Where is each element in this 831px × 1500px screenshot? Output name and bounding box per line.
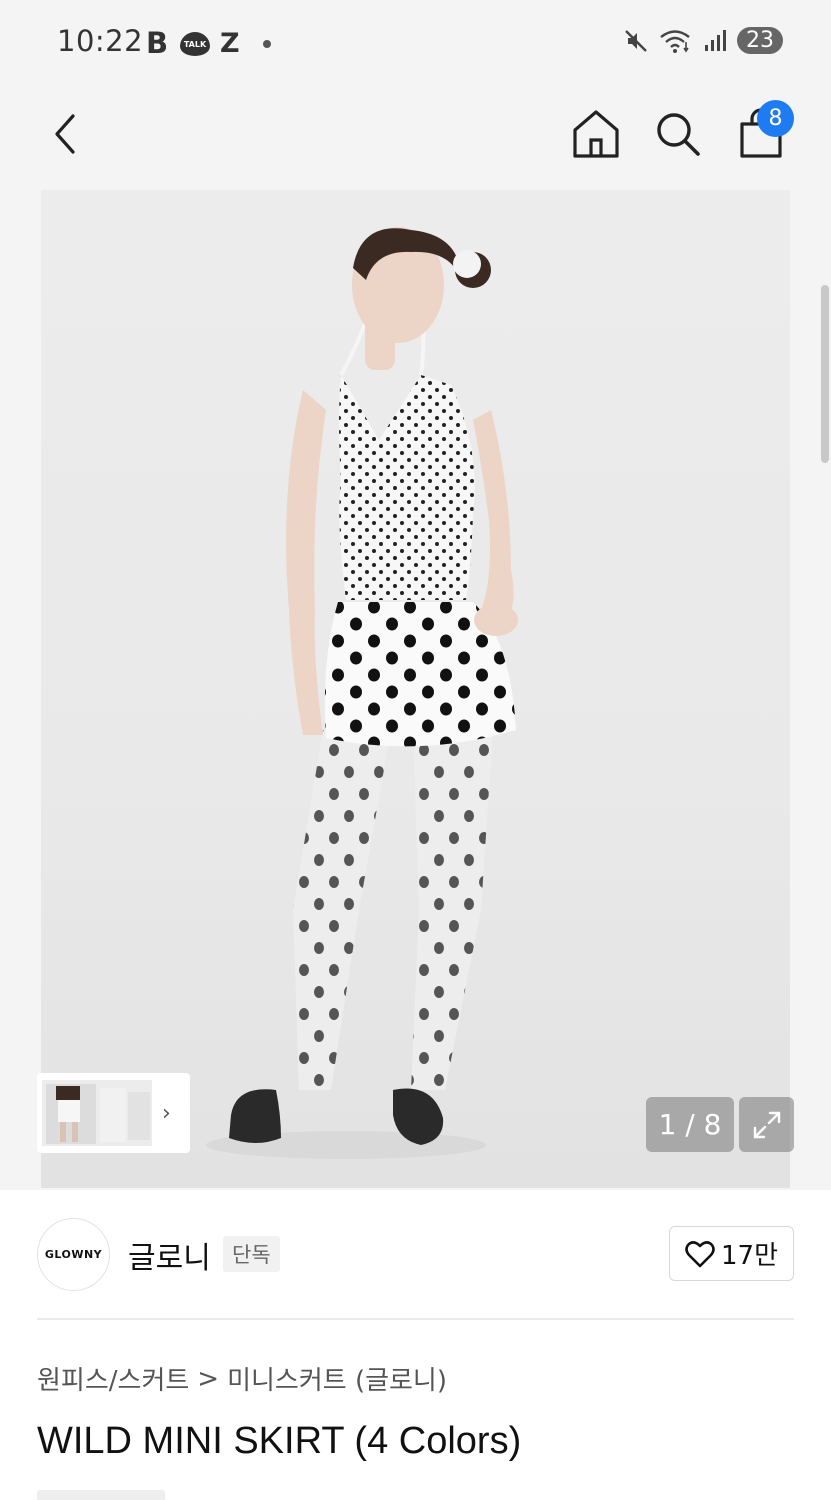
model-illustration (206, 227, 518, 1159)
status-right-group: 23 (623, 27, 783, 54)
signal-icon (705, 29, 726, 51)
status-bar: 10:22 B TALK Z 23 (0, 0, 831, 90)
back-button[interactable] (36, 104, 96, 164)
cart-count-badge: 8 (757, 100, 794, 137)
like-count: 17만 (720, 1241, 778, 1271)
kakaotalk-icon: TALK (180, 32, 210, 56)
chevron-right-icon[interactable]: › (162, 1101, 171, 1126)
product-gallery[interactable] (0, 190, 831, 1190)
mute-icon (625, 29, 647, 52)
status-time: 10:22 (57, 24, 144, 58)
product-title: WILD MINI SKIRT (4 Colors) (37, 1420, 522, 1462)
heart-icon (685, 1240, 715, 1267)
app-bar (0, 90, 831, 190)
expand-button[interactable] (739, 1097, 794, 1152)
brand-row: GLOWNY 글로니 단독 17만 (0, 1190, 831, 1320)
product-photo[interactable] (41, 190, 790, 1188)
home-button[interactable] (566, 104, 626, 164)
breadcrumb-subcategory[interactable]: 미니스커트 (글로니) (227, 1360, 447, 1397)
image-counter: 1 / 8 (646, 1097, 734, 1152)
exclusive-badge: 단독 (223, 1236, 280, 1272)
like-button[interactable]: 17만 (669, 1226, 794, 1281)
thumbnail-preview (42, 1080, 152, 1146)
breadcrumb-separator: > (197, 1363, 220, 1394)
z-app-icon: Z (220, 27, 240, 59)
search-button[interactable] (648, 104, 708, 164)
b-app-icon: B (146, 26, 169, 60)
notification-count-badge: 23 (737, 27, 783, 54)
tag-chip (37, 1490, 165, 1500)
page-scrollbar[interactable] (821, 285, 829, 463)
brand-name[interactable]: 글로니 (128, 1233, 211, 1277)
thumbnail-strip[interactable]: › (37, 1073, 190, 1153)
brand-logo[interactable]: GLOWNY (37, 1218, 110, 1291)
search-icon (657, 113, 700, 156)
thumbnail-image[interactable] (42, 1080, 152, 1146)
product-detail-screen: 10:22 B TALK Z 23 8 › 1 / 8 GLOWNY 글로니 단… (0, 0, 831, 1500)
divider (37, 1318, 794, 1320)
breadcrumb: 원피스/스커트 > 미니스커트 (글로니) (37, 1360, 447, 1397)
expand-icon (753, 1111, 780, 1138)
home-icon (573, 110, 619, 158)
breadcrumb-category[interactable]: 원피스/스커트 (37, 1360, 189, 1397)
chevron-left-icon (55, 114, 75, 154)
dot-icon (263, 40, 271, 48)
wifi-icon (660, 29, 690, 53)
